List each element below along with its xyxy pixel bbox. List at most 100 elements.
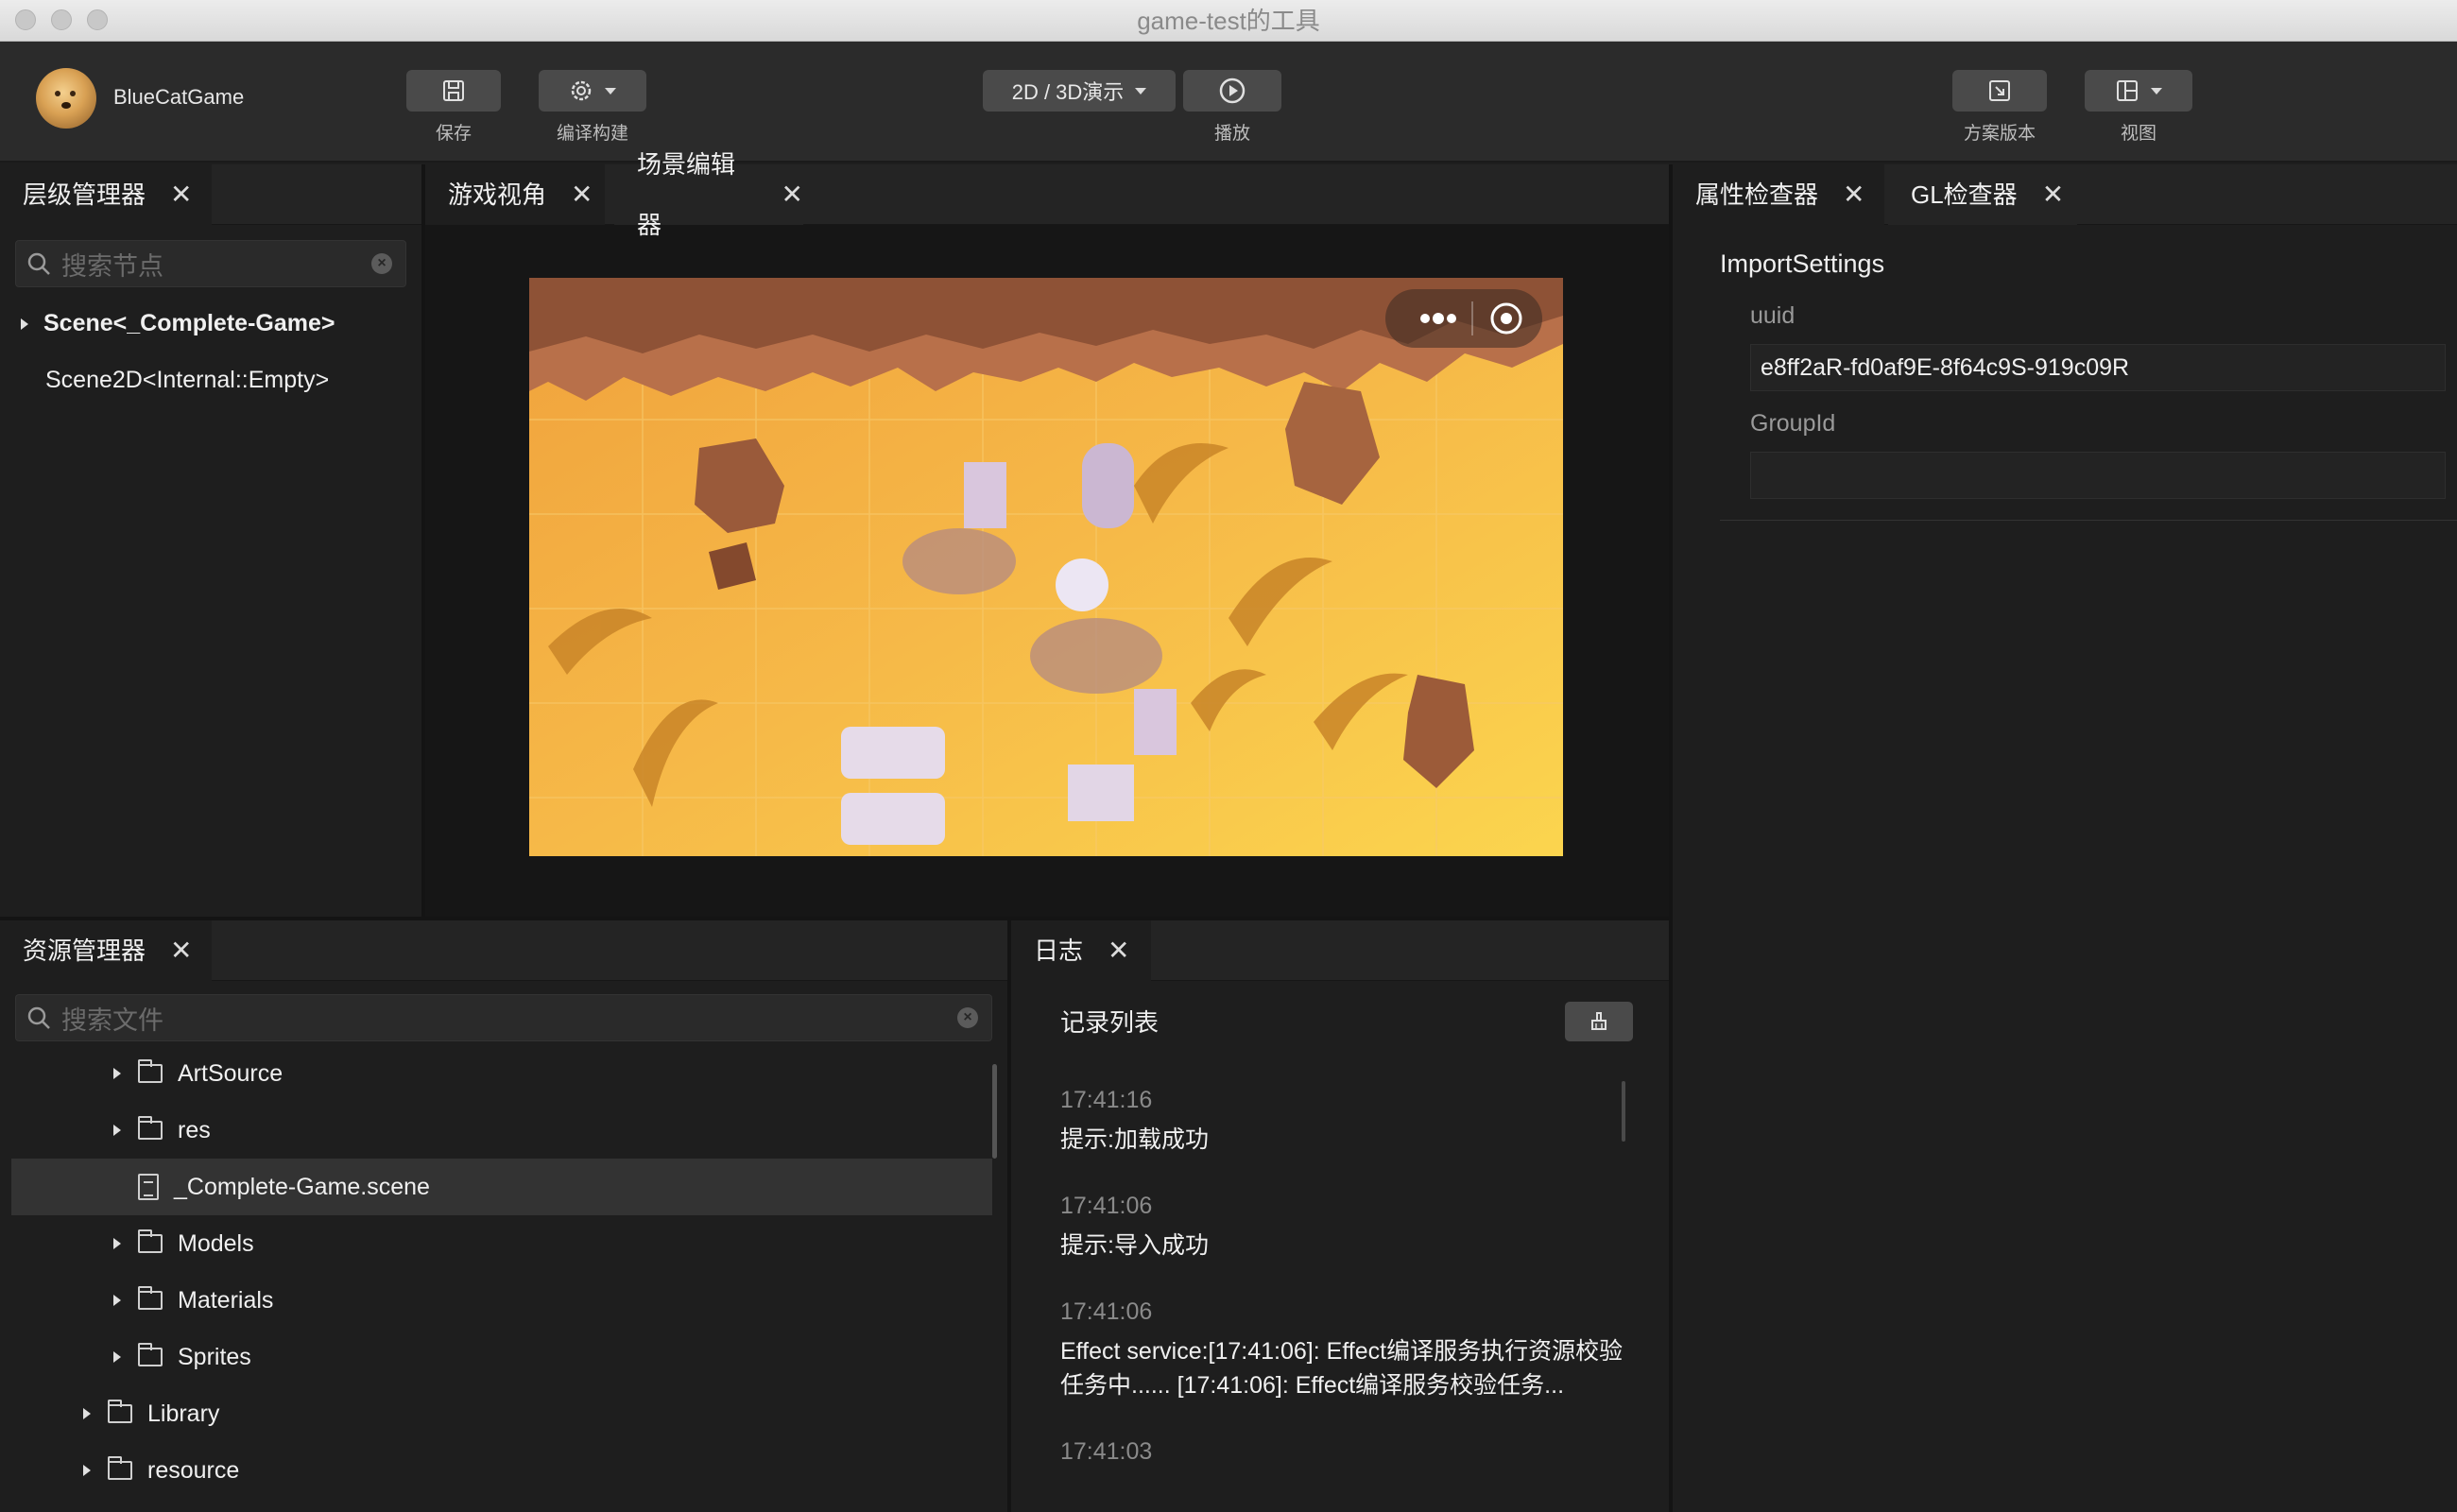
mode-label: 2D / 3D演示 [1011,80,1125,104]
clear-log-button[interactable] [1565,1002,1633,1041]
log-time: 17:41:06 [1060,1298,1153,1325]
save-button[interactable] [406,70,501,112]
play-label: 播放 [1213,124,1250,144]
expand-arrow-icon[interactable] [113,1295,121,1306]
hierarchy-panel: 层级管理器 ✕ 搜索节点 × Scene<_Complete-Game> Sce… [0,164,421,917]
tab-hierarchy[interactable]: 层级管理器 ✕ [0,164,212,225]
close-icon[interactable]: ✕ [1843,181,1864,208]
folder-icon [138,1229,163,1253]
hierarchy-search[interactable]: 搜索节点 × [15,240,406,287]
log-time: 17:41:06 [1060,1193,1153,1219]
chevron-down-icon [2151,87,2162,94]
tree-node[interactable]: Scene<_Complete-Game> [21,310,335,337]
groupid-field[interactable] [1750,452,2446,499]
log-time: 17:41:16 [1060,1087,1153,1113]
chevron-down-icon [1135,87,1147,94]
scrollbar[interactable] [1622,1081,1625,1142]
folder-icon [138,1343,163,1366]
asset-item[interactable]: resource [83,1442,239,1499]
file-icon [138,1174,159,1200]
asset-item[interactable]: Library [83,1385,219,1442]
folder-icon [138,1059,163,1083]
save-icon [443,80,464,101]
version-icon [1989,80,2010,101]
tab-gl-inspector[interactable]: GL检查器 ✕ [1888,164,2077,225]
section-divider [1720,520,2457,521]
log-tabbar: 日志 ✕ [1011,920,1669,981]
tab-assets[interactable]: 资源管理器 ✕ [0,920,212,981]
clear-icon[interactable]: × [371,253,392,274]
search-input[interactable]: 搜索节点 [61,246,362,283]
section-title: ImportSettings [1720,249,1885,278]
search-input[interactable]: 搜索文件 [61,1000,948,1037]
more-icon [1420,313,1456,324]
game-view-tabbar: 游戏视角 ✕ 场景编辑器 ✕ [425,150,1669,239]
tab-scene-editor[interactable]: 场景编辑器 ✕ [614,150,803,239]
asset-item[interactable]: Sprites [113,1329,251,1385]
expand-arrow-icon[interactable] [83,1465,91,1476]
broom-icon [1591,1012,1606,1030]
log-message: 提示:导入成功 [1060,1232,1209,1259]
asset-item[interactable]: Models [113,1215,254,1272]
log-message: 提示:加载成功 [1060,1126,1209,1153]
assets-panel: 资源管理器 ✕ 搜索文件 × ArtSource res _Complete-G… [0,920,1007,1512]
asset-item[interactable]: res [113,1102,211,1159]
play-button[interactable] [1183,70,1281,112]
asset-label: res [178,1116,211,1143]
asset-label: ArtSource [178,1059,284,1087]
close-icon[interactable]: ✕ [2042,181,2064,208]
toolbar: BlueCatGame 保存 编译构建 2D / 3D演示 播放 方案版本 视图 [0,42,2457,163]
close-icon[interactable]: ✕ [170,937,192,964]
tab-log[interactable]: 日志 ✕ [1011,920,1151,981]
asset-label: resource [147,1456,240,1484]
title-bar: game-test的工具 [0,0,2457,42]
node-label: Scene<_Complete-Game> [43,310,335,336]
expand-arrow-icon[interactable] [83,1408,91,1419]
folder-icon [138,1116,163,1140]
close-icon[interactable]: ✕ [1108,937,1129,964]
asset-item[interactable]: ArtSource [113,1045,283,1102]
build-button[interactable] [539,70,646,112]
uuid-label: uuid [1750,302,1796,329]
close-icon[interactable]: ✕ [170,181,192,208]
asset-item[interactable]: Materials [113,1272,273,1329]
assets-tabbar: 资源管理器 ✕ [0,920,1007,981]
close-icon[interactable]: ✕ [571,181,593,208]
scrollbar[interactable] [992,1064,997,1159]
hierarchy-tabbar: 层级管理器 ✕ [0,164,421,225]
mode-dropdown[interactable]: 2D / 3D演示 [983,70,1176,112]
build-icon [571,80,592,101]
expand-arrow-icon[interactable] [113,1351,121,1363]
avatar[interactable] [36,68,96,129]
log-time: 17:41:03 [1060,1438,1153,1465]
version-button[interactable] [1952,70,2047,112]
tab-scene-editor-label: 场景编辑器 [637,150,736,239]
save-label: 保存 [435,124,472,144]
game-view-panel: 游戏视角 ✕ 场景编辑器 ✕ [425,150,1669,917]
groupid-label: GroupId [1750,410,1836,437]
expand-arrow-icon[interactable] [113,1068,121,1079]
expand-arrow-icon[interactable] [21,318,28,330]
game-scene-image [529,278,1563,856]
expand-arrow-icon[interactable] [113,1125,121,1136]
asset-label: Models [178,1229,254,1257]
expand-arrow-icon[interactable] [113,1238,121,1249]
game-canvas[interactable] [529,278,1563,856]
inspector-panel: 属性检查器 ✕ GL检查器 ✕ ImportSettings uuid e8ff… [1673,164,2457,1512]
assets-search[interactable]: 搜索文件 × [15,994,992,1041]
tab-inspector[interactable]: 属性检查器 ✕ [1673,164,1884,225]
close-icon[interactable]: ✕ [782,181,803,208]
tab-log-label: 日志 [1034,936,1084,965]
tab-inspector-label: 属性检查器 [1695,180,1819,209]
search-icon [27,252,50,275]
tab-game-view[interactable]: 游戏视角 ✕ [425,164,605,225]
view-button[interactable] [2085,70,2192,112]
tree-node[interactable]: Scene2D<Internal::Empty> [45,367,329,394]
clear-icon[interactable]: × [957,1007,978,1028]
asset-label: _Complete-Game.scene [174,1173,430,1200]
uuid-field[interactable]: e8ff2aR-fd0af9E-8f64c9S-919c09R [1750,344,2446,391]
folder-icon [138,1286,163,1310]
tab-game-view-label: 游戏视角 [448,180,547,209]
asset-item-selected[interactable]: _Complete-Game.scene [11,1159,992,1215]
asset-label: Materials [178,1286,274,1314]
